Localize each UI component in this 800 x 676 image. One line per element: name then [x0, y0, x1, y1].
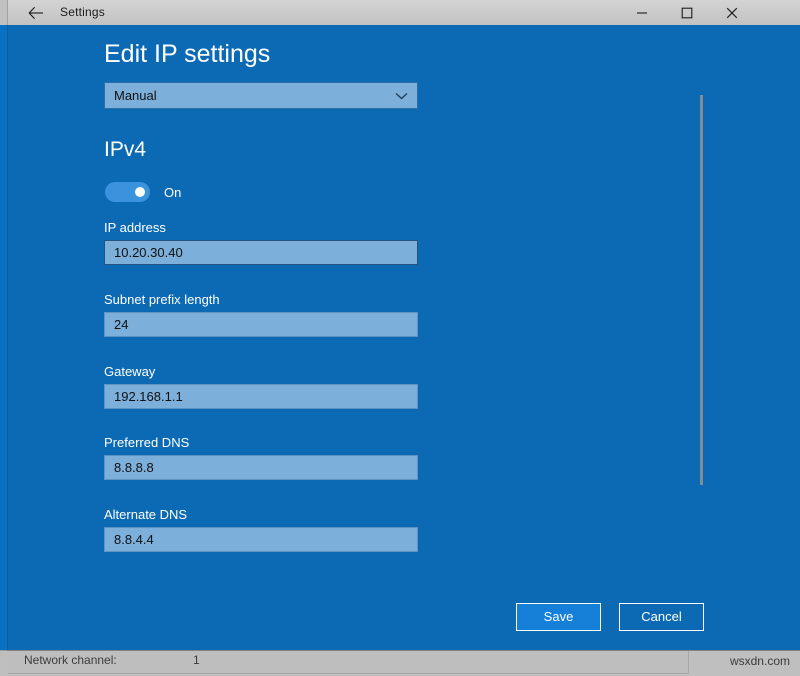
field-label-ip-address: IP address: [104, 220, 166, 235]
page-title: Edit IP settings: [104, 40, 271, 68]
back-button[interactable]: [18, 0, 54, 25]
ip-assignment-selected-value: Manual: [114, 88, 157, 103]
minimize-icon: [636, 7, 648, 19]
field-ip-address: IP address: [104, 220, 424, 265]
back-arrow-icon: [28, 6, 44, 20]
gateway-input[interactable]: [104, 384, 418, 409]
ipv4-toggle-row[interactable]: On: [105, 182, 181, 202]
ip-address-input[interactable]: [104, 240, 418, 265]
field-label-preferred-dns: Preferred DNS: [104, 435, 190, 450]
field-label-alternate-dns: Alternate DNS: [104, 507, 188, 522]
field-label-subnet-prefix-length: Subnet prefix length: [104, 292, 220, 307]
settings-content: Edit IP settings Manual IPv4 On IP addre…: [8, 25, 800, 650]
alternate-dns-input[interactable]: [104, 527, 418, 552]
close-button[interactable]: [709, 0, 754, 25]
cancel-button[interactable]: Cancel: [619, 603, 704, 631]
field-label-gateway: Gateway: [104, 364, 156, 379]
ip-assignment-dropdown[interactable]: Manual: [104, 82, 418, 109]
watermark: wsxdn.com: [729, 654, 790, 668]
save-button[interactable]: Save: [516, 603, 601, 631]
ipv4-section-title: IPv4: [104, 138, 147, 161]
background-network-channel-value: 1: [193, 653, 200, 667]
field-gateway: Gateway: [104, 364, 424, 409]
field-preferred-dns: Preferred DNS: [104, 435, 424, 480]
toggle-knob: [135, 187, 145, 197]
field-subnet-prefix-length: Subnet prefix length: [104, 292, 424, 337]
chevron-down-icon: [395, 92, 408, 100]
preferred-dns-input[interactable]: [104, 455, 418, 480]
action-button-row: Save Cancel: [516, 603, 704, 631]
title-bar: Settings: [8, 0, 800, 25]
close-icon: [726, 7, 738, 19]
background-app-strip: [0, 25, 8, 650]
background-network-channel-label: Network channel:: [24, 653, 117, 667]
subnet-prefix-length-input[interactable]: [104, 312, 418, 337]
minimize-button[interactable]: [619, 0, 664, 25]
field-alternate-dns: Alternate DNS: [104, 507, 424, 552]
maximize-button[interactable]: [664, 0, 709, 25]
settings-window: Settings Edit IP settings Manual IPv4 On…: [8, 0, 800, 650]
ipv4-toggle-switch[interactable]: [105, 182, 150, 202]
ipv4-toggle-label: On: [164, 184, 182, 200]
maximize-icon: [681, 7, 693, 19]
window-title: Settings: [60, 5, 105, 19]
